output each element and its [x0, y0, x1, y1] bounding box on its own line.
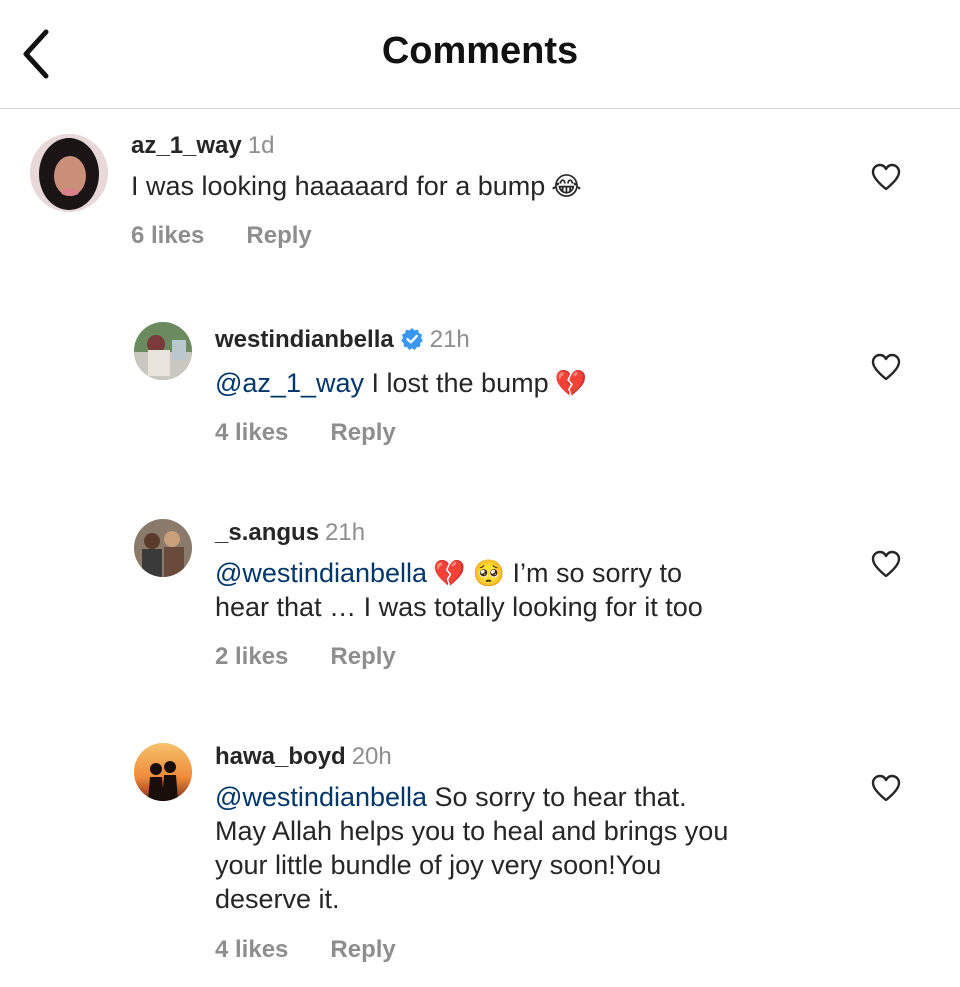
likes-count[interactable]: 2 likes: [215, 643, 288, 671]
broken-heart-emoji: 💔: [554, 368, 587, 398]
comment-time: 21h: [325, 519, 366, 546]
heart-icon[interactable]: [871, 353, 901, 381]
comment-username[interactable]: hawa_boyd: [215, 743, 346, 770]
avatar[interactable]: [134, 322, 192, 380]
comment-username[interactable]: westindianbella: [215, 326, 394, 353]
comment-text: @az_1_way I lost the bump 💔: [215, 368, 587, 398]
comment-time: 20h: [351, 743, 392, 770]
reply-button[interactable]: Reply: [330, 936, 395, 964]
avatar[interactable]: [134, 519, 192, 577]
reply-button[interactable]: Reply: [246, 222, 311, 250]
comment-username[interactable]: az_1_way: [131, 132, 242, 159]
likes-count[interactable]: 4 likes: [215, 419, 288, 447]
mention-link[interactable]: @westindianbella: [215, 558, 427, 588]
verified-badge-icon: [400, 328, 423, 350]
mention-link[interactable]: @az_1_way: [215, 368, 364, 398]
heart-icon[interactable]: [871, 163, 901, 191]
comment-time: 21h: [429, 326, 470, 353]
likes-count[interactable]: 4 likes: [215, 936, 288, 964]
heart-icon[interactable]: [871, 774, 901, 802]
mention-link[interactable]: @westindianbella: [215, 782, 427, 812]
reply-button[interactable]: Reply: [330, 419, 395, 447]
comment-text: @westindianbella So sorry to hear that. …: [215, 782, 729, 914]
avatar[interactable]: [134, 743, 192, 801]
comment-username[interactable]: _s.angus: [215, 519, 319, 546]
comment-text: @westindianbella 💔 🥺 I’m so sorry to hear…: [215, 558, 703, 622]
comment-text: I was looking haaaaard for a bump 😂: [131, 171, 582, 201]
avatar[interactable]: [30, 134, 108, 212]
broken-heart-pleading-emoji: 💔 🥺: [433, 558, 506, 588]
likes-count[interactable]: 6 likes: [131, 222, 204, 250]
page-title: Comments: [381, 30, 579, 72]
header-bar: Comments: [0, 0, 960, 109]
reply-button[interactable]: Reply: [330, 643, 395, 671]
heart-icon[interactable]: [871, 550, 901, 578]
tears-of-joy-emoji: 😂: [551, 171, 582, 201]
comment-time: 1d: [247, 132, 275, 159]
